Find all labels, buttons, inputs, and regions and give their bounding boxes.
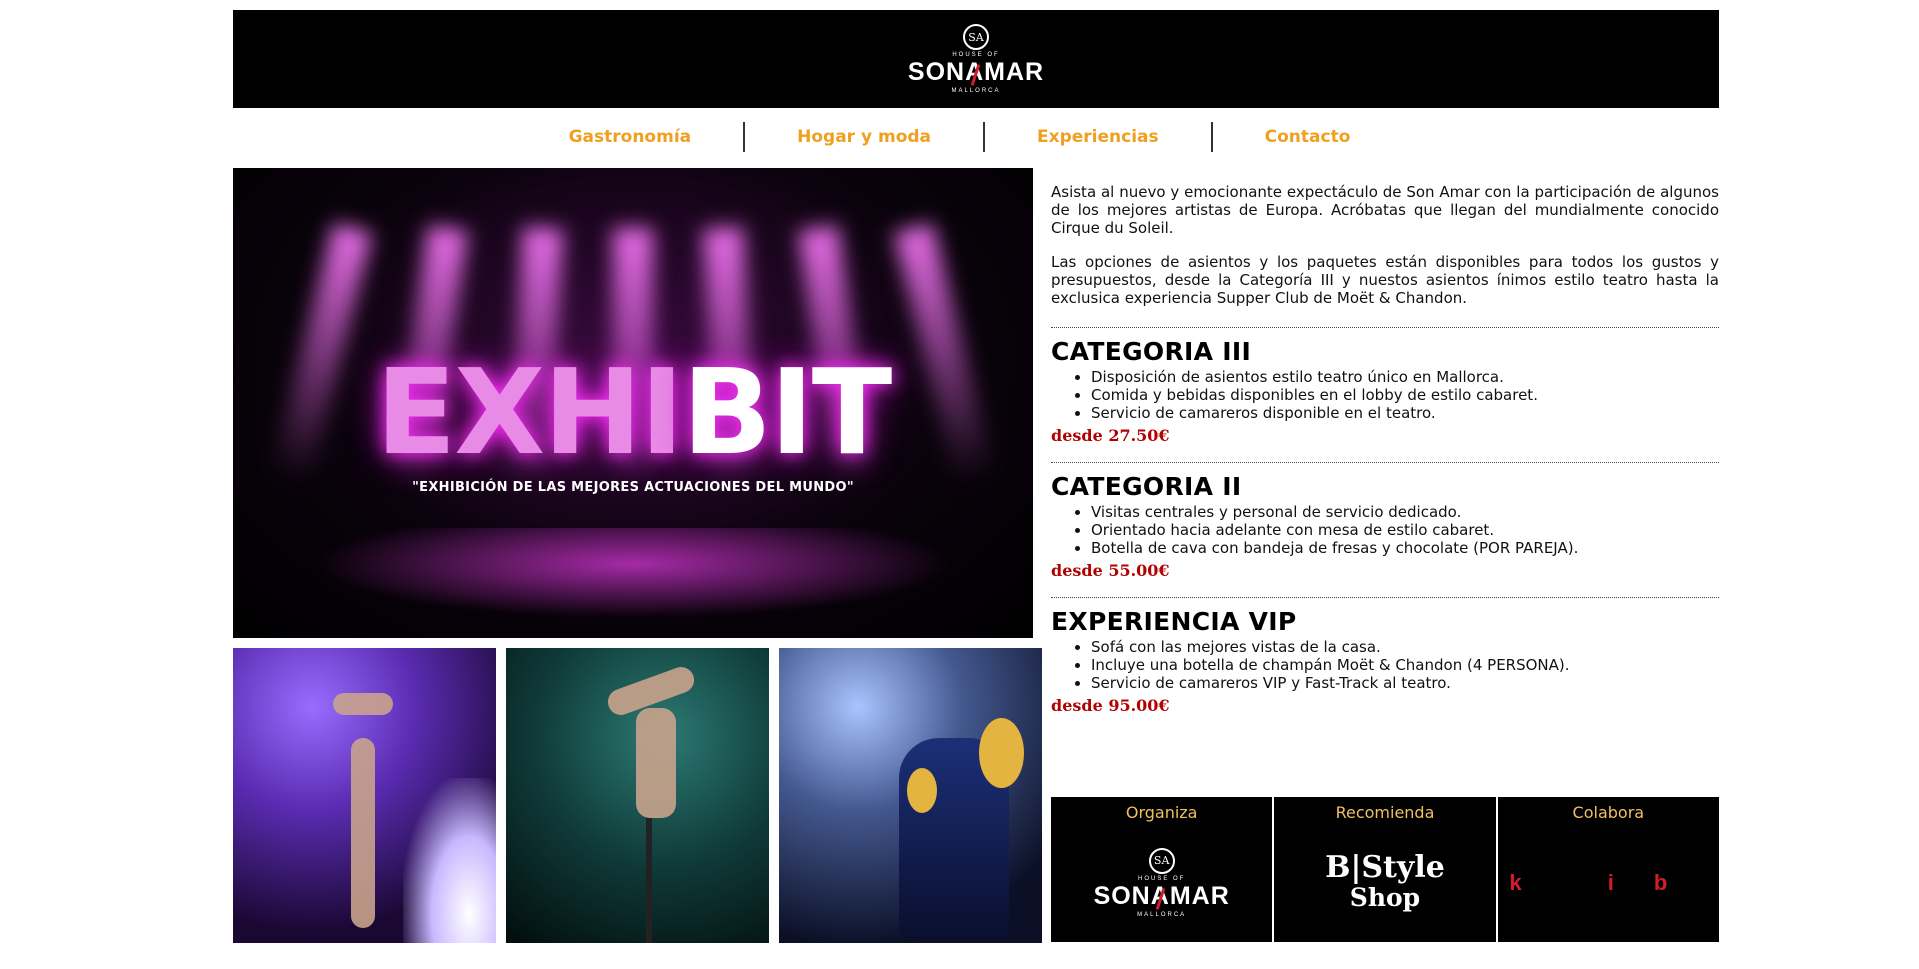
list-item: Sofá con las mejores vistas de la casa.	[1091, 638, 1719, 656]
acrobats-photo[interactable]	[233, 648, 496, 943]
site-header: SA HOUSE OF SONAMAR MALLORCA	[233, 10, 1719, 108]
nav-contacto[interactable]: Contacto	[1213, 122, 1403, 152]
exhibit-hero-image: EXHIBIT "EXHIBICIÓN DE LAS MEJORES ACTUA…	[233, 168, 1033, 638]
nav-hogar-y-moda[interactable]: Hogar y moda	[745, 122, 986, 152]
crest-icon: SA	[963, 24, 989, 50]
list-item: Incluye una botella de champán Moët & Ch…	[1091, 656, 1719, 674]
main-nav: Gastronomía Hogar y moda Experiencias Co…	[0, 122, 1919, 152]
category-title: CATEGORIA II	[1051, 472, 1242, 501]
recomienda-label: Recomienda	[1335, 803, 1435, 822]
colabora-label: Colabora	[1572, 803, 1645, 822]
list-item: Servicio de camareros disponible en el t…	[1091, 404, 1719, 422]
partners-strip: Organiza SA HOUSE OF SONAMAR MALLORCA Re…	[1051, 797, 1719, 942]
category-2-section: CATEGORIA II Visitas centrales y persona…	[1051, 462, 1719, 580]
price-label: desde 55.00€	[1051, 561, 1170, 580]
list-item: Visitas centrales y personal de servicio…	[1091, 503, 1719, 521]
organiza-box: Organiza SA HOUSE OF SONAMAR MALLORCA	[1051, 797, 1273, 942]
crest-icon: SA	[1148, 847, 1175, 874]
logo-mallorca: MALLORCA	[951, 88, 1001, 94]
recomienda-box: Recomienda B|Style Shop	[1274, 797, 1496, 942]
logo-brand: SONAMAR	[907, 58, 1045, 86]
list-item: Orientado hacia adelante con mesa de est…	[1091, 521, 1719, 539]
hero-title: EXHIBIT	[375, 343, 893, 481]
list-item: Botella de cava con bandeja de fresas y …	[1091, 539, 1719, 557]
category-3-section: CATEGORIA III Disposición de asientos es…	[1051, 327, 1719, 445]
vip-section: EXPERIENCIA VIP Sofá con las mejores vis…	[1051, 597, 1719, 715]
nav-experiencias[interactable]: Experiencias	[985, 122, 1213, 152]
nav-gastronomia[interactable]: Gastronomía	[517, 122, 746, 152]
son-amar-logo[interactable]: SA HOUSE OF SONAMAR MALLORCA	[908, 24, 1044, 94]
list-item: Servicio de camareros VIP y Fast-Track a…	[1091, 674, 1719, 692]
dancers-photo[interactable]	[779, 648, 1042, 943]
hero-subtitle: "EXHIBICIÓN DE LAS MEJORES ACTUACIONES D…	[412, 480, 854, 495]
list-item: Comida y bebidas disponibles en el lobby…	[1091, 386, 1719, 404]
stage-floor-reflection	[313, 528, 953, 618]
intro-paragraph-1: Asista al nuevo y emocionante expectácul…	[1051, 183, 1719, 237]
organiza-label: Organiza	[1125, 803, 1198, 822]
son-amar-logo-small[interactable]: SA HOUSE OF SONAMAR MALLORCA	[1094, 847, 1230, 918]
bstyle-shop-logo[interactable]: B|Style Shop	[1325, 852, 1445, 913]
handstand-photo[interactable]	[506, 648, 769, 943]
category-title: EXPERIENCIA VIP	[1051, 607, 1297, 636]
price-label: desde 95.00€	[1051, 696, 1170, 715]
price-label: desde 27.50€	[1051, 426, 1170, 445]
kib-logo[interactable]: k ib	[1509, 870, 1707, 896]
list-item: Disposición de asientos estilo teatro ún…	[1091, 368, 1719, 386]
category-title: CATEGORIA III	[1051, 337, 1252, 366]
intro-paragraph-2: Las opciones de asientos y los paquetes …	[1051, 253, 1719, 307]
colabora-box: Colabora k ib	[1497, 797, 1719, 942]
event-description: Asista al nuevo y emocionante expectácul…	[1051, 183, 1719, 715]
